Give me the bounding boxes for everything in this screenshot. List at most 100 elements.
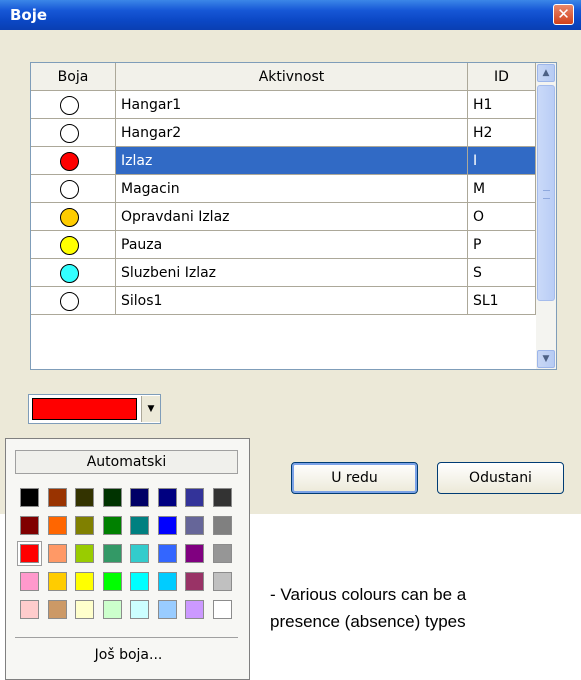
table-row[interactable]: Izlaz I bbox=[31, 147, 536, 175]
color-swatch[interactable] bbox=[102, 544, 122, 563]
id-cell[interactable]: O bbox=[468, 203, 536, 231]
ok-button[interactable]: U redu bbox=[291, 462, 418, 494]
color-swatch[interactable] bbox=[157, 488, 177, 507]
color-swatch[interactable] bbox=[130, 544, 149, 563]
color-swatch[interactable] bbox=[20, 488, 39, 507]
color-swatch[interactable] bbox=[47, 516, 67, 535]
id-cell[interactable]: M bbox=[468, 175, 536, 203]
activity-cell[interactable]: Pauza bbox=[116, 231, 468, 259]
id-cell[interactable]: S bbox=[468, 259, 536, 287]
color-swatch[interactable] bbox=[130, 516, 149, 535]
selected-color-swatch bbox=[32, 398, 137, 420]
color-swatch[interactable] bbox=[102, 600, 122, 619]
activity-cell[interactable]: Izlaz bbox=[116, 147, 468, 175]
color-swatch[interactable] bbox=[185, 544, 204, 563]
activity-cell[interactable]: Hangar2 bbox=[116, 119, 468, 147]
color-cell[interactable] bbox=[31, 287, 116, 315]
color-dropdown[interactable]: ▼ bbox=[28, 394, 161, 424]
divider bbox=[15, 637, 238, 638]
automatic-color-button[interactable]: Automatski bbox=[15, 450, 238, 474]
color-cell[interactable] bbox=[31, 147, 116, 175]
color-swatch[interactable] bbox=[157, 516, 177, 535]
scrollbar-thumb[interactable] bbox=[537, 85, 555, 301]
table-row[interactable]: Pauza P bbox=[31, 231, 536, 259]
description-text: - Various colours can be a presence (abs… bbox=[270, 581, 581, 635]
chevron-down-icon[interactable]: ▼ bbox=[141, 396, 160, 422]
color-swatch[interactable] bbox=[212, 488, 232, 507]
activity-cell[interactable]: Magacin bbox=[116, 175, 468, 203]
id-cell[interactable]: P bbox=[468, 231, 536, 259]
color-swatch[interactable] bbox=[75, 572, 94, 591]
id-cell[interactable]: I bbox=[468, 147, 536, 175]
color-swatch[interactable] bbox=[157, 544, 177, 563]
more-colors-button[interactable]: Još boja... bbox=[6, 647, 251, 663]
color-palette-popup: Automatski Još boja... bbox=[5, 438, 250, 680]
color-swatch[interactable] bbox=[47, 488, 67, 507]
color-swatch[interactable] bbox=[157, 600, 177, 619]
color-cell[interactable] bbox=[31, 203, 116, 231]
description-line: - Various colours can be a bbox=[270, 585, 467, 604]
color-cell[interactable] bbox=[31, 119, 116, 147]
color-swatch[interactable] bbox=[130, 488, 149, 507]
color-swatch[interactable] bbox=[75, 544, 94, 563]
color-circle-icon bbox=[60, 264, 79, 283]
color-swatch[interactable] bbox=[212, 572, 232, 591]
scroll-down-icon[interactable]: ▼ bbox=[537, 350, 555, 368]
color-swatch[interactable] bbox=[18, 542, 41, 565]
activity-cell[interactable]: Silos1 bbox=[116, 287, 468, 315]
color-swatch[interactable] bbox=[212, 600, 232, 619]
color-swatch[interactable] bbox=[102, 572, 122, 591]
window-title: Boje bbox=[10, 6, 48, 24]
color-swatch[interactable] bbox=[75, 600, 94, 619]
table-row[interactable]: Hangar2 H2 bbox=[31, 119, 536, 147]
color-cell[interactable] bbox=[31, 231, 116, 259]
table-row[interactable]: Hangar1 H1 bbox=[31, 91, 536, 119]
vertical-scrollbar[interactable]: ▲ ▼ bbox=[536, 63, 556, 369]
color-swatch[interactable] bbox=[130, 572, 149, 591]
scroll-up-icon[interactable]: ▲ bbox=[537, 64, 555, 82]
color-swatch[interactable] bbox=[185, 488, 204, 507]
table-row[interactable]: Sluzbeni Izlaz S bbox=[31, 259, 536, 287]
color-swatch[interactable] bbox=[75, 516, 94, 535]
cancel-button[interactable]: Odustani bbox=[437, 462, 564, 494]
grip-icon bbox=[543, 190, 550, 199]
id-cell[interactable]: H1 bbox=[468, 91, 536, 119]
color-swatch[interactable] bbox=[212, 544, 232, 563]
activity-cell[interactable]: Opravdani Izlaz bbox=[116, 203, 468, 231]
id-cell[interactable]: H2 bbox=[468, 119, 536, 147]
colors-dialog: Boje ✕ Boja Aktivnost ID Hangar1 H1 Hangar… bbox=[0, 0, 581, 514]
title-bar[interactable]: Boje ✕ bbox=[0, 0, 581, 30]
activity-cell[interactable]: Sluzbeni Izlaz bbox=[116, 259, 468, 287]
color-circle-icon bbox=[60, 208, 79, 227]
color-swatch[interactable] bbox=[20, 572, 39, 591]
color-swatch[interactable] bbox=[20, 516, 39, 535]
color-swatch[interactable] bbox=[47, 600, 67, 619]
color-swatch[interactable] bbox=[47, 572, 67, 591]
color-swatch[interactable] bbox=[185, 572, 204, 591]
color-swatch[interactable] bbox=[75, 488, 94, 507]
color-swatch[interactable] bbox=[102, 516, 122, 535]
table-row[interactable]: Magacin M bbox=[31, 175, 536, 203]
activity-cell[interactable]: Hangar1 bbox=[116, 91, 468, 119]
color-circle-icon bbox=[60, 96, 79, 115]
color-swatch[interactable] bbox=[47, 544, 67, 563]
color-cell[interactable] bbox=[31, 259, 116, 287]
column-header-activity[interactable]: Aktivnost bbox=[116, 63, 468, 91]
color-circle-icon bbox=[60, 236, 79, 255]
color-cell[interactable] bbox=[31, 91, 116, 119]
color-swatch[interactable] bbox=[185, 600, 204, 619]
color-swatch[interactable] bbox=[102, 488, 122, 507]
color-swatch[interactable] bbox=[20, 600, 39, 619]
column-header-id[interactable]: ID bbox=[468, 63, 536, 91]
id-cell[interactable]: SL1 bbox=[468, 287, 536, 315]
table-row[interactable]: Silos1 SL1 bbox=[31, 287, 536, 315]
color-cell[interactable] bbox=[31, 175, 116, 203]
color-swatch[interactable] bbox=[157, 572, 177, 591]
close-icon[interactable]: ✕ bbox=[553, 4, 574, 25]
color-circle-icon bbox=[60, 124, 79, 143]
color-swatch[interactable] bbox=[212, 516, 232, 535]
color-swatch[interactable] bbox=[130, 600, 149, 619]
column-header-color[interactable]: Boja bbox=[31, 63, 116, 91]
color-swatch[interactable] bbox=[185, 516, 204, 535]
table-row[interactable]: Opravdani Izlaz O bbox=[31, 203, 536, 231]
